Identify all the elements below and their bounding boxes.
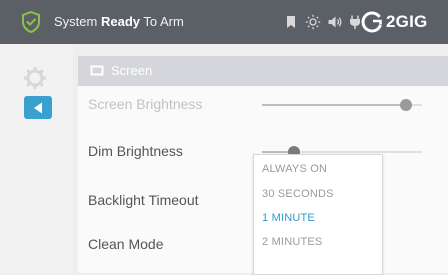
back-arrow-icon — [34, 102, 42, 113]
section-header: Screen — [78, 56, 448, 86]
status-main: Ready — [100, 14, 140, 29]
backlight-timeout-dropdown[interactable]: ALWAYS ON 30 SECONDS 1 MINUTE 2 MINUTES — [253, 154, 383, 275]
brightness-icon[interactable] — [305, 14, 321, 30]
logo-text: 2GIG — [386, 12, 428, 31]
status-suffix: To Arm — [140, 14, 184, 29]
volume-icon[interactable] — [327, 14, 343, 30]
dim-brightness-label: Dim Brightness — [88, 143, 183, 159]
screen-brightness-slider[interactable] — [262, 98, 422, 112]
clean-mode-label: Clean Mode — [88, 236, 164, 252]
shield-check-icon — [22, 11, 40, 33]
screen-icon — [90, 65, 104, 76]
brand-logo: 2GIG — [361, 10, 427, 34]
bookmark-icon[interactable] — [283, 14, 299, 30]
back-button[interactable] — [24, 96, 52, 119]
screen-brightness-label: Screen Brightness — [88, 96, 203, 112]
status-prefix: System — [54, 14, 101, 29]
logo-mark-icon — [361, 11, 382, 33]
status-bar: System Ready To Arm 2GIG — [0, 0, 448, 44]
option-2-minutes[interactable]: 2 MINUTES — [262, 236, 322, 248]
option-1-minute[interactable]: 1 MINUTE — [262, 212, 315, 224]
slider-knob[interactable] — [400, 99, 412, 111]
slider-fill — [262, 104, 406, 106]
system-status-text: System Ready To Arm — [54, 14, 184, 29]
backlight-timeout-label: Backlight Timeout — [88, 192, 199, 208]
option-always-on[interactable]: ALWAYS ON — [262, 163, 327, 175]
option-30-seconds[interactable]: 30 SECONDS — [262, 188, 334, 200]
gear-icon[interactable] — [23, 66, 47, 90]
section-title: Screen — [111, 63, 153, 78]
